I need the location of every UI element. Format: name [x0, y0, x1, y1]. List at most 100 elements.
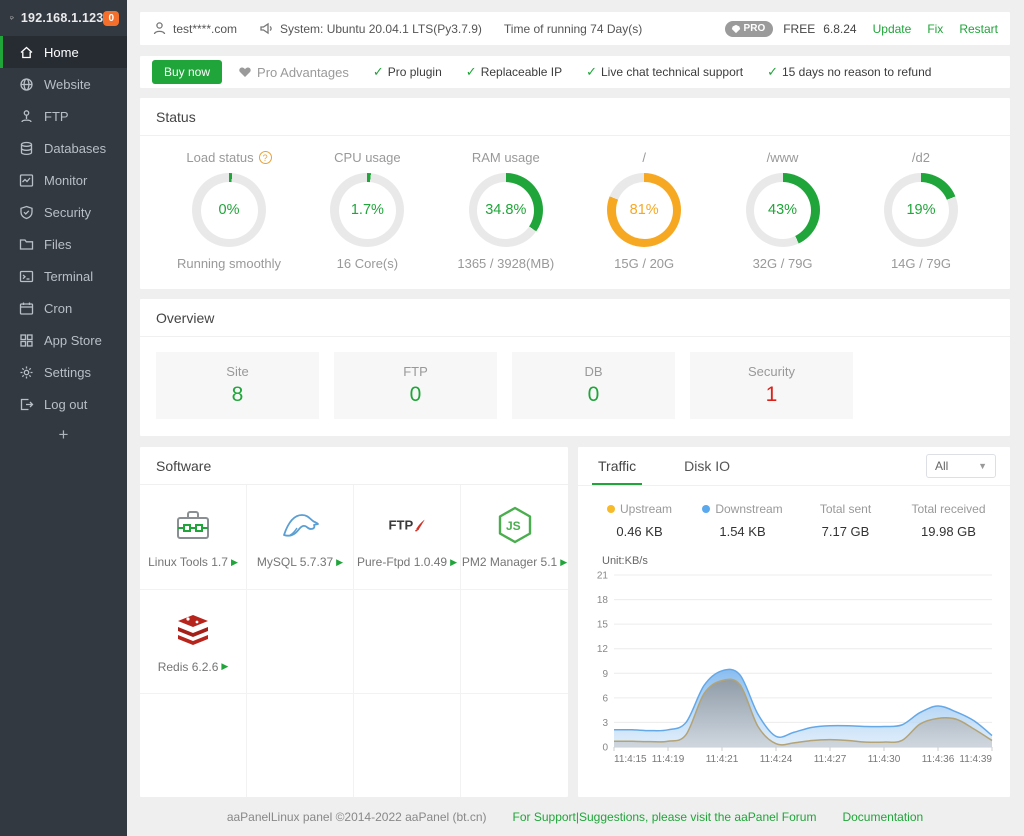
- status-panel: Status Load status? 0% Running smoothly …: [140, 98, 1010, 289]
- logout-icon: [19, 397, 34, 412]
- restart-link[interactable]: Restart: [959, 22, 998, 36]
- sidebar: 192.168.1.123 0 Home Website FTP Databas…: [0, 0, 127, 836]
- pro-feature: ✓Live chat technical support: [586, 64, 743, 80]
- server-monitor-icon: [10, 11, 14, 25]
- system-value: Ubuntu 20.04.1 LTS(Py3.7.9): [327, 22, 482, 36]
- sidebar-item-ftp[interactable]: FTP: [0, 100, 127, 132]
- gauge-ram[interactable]: RAM usage 34.8% 1365 / 3928(MB): [447, 150, 565, 271]
- message-count-badge[interactable]: 0: [103, 11, 119, 26]
- software-linux-tools[interactable]: Linux Tools 1.7▶: [140, 485, 247, 589]
- copyright-text: aaPanelLinux panel ©2014-2022 aaPanel (b…: [227, 810, 487, 824]
- software-mysql[interactable]: MySQL 5.7.37▶: [247, 485, 354, 589]
- gauge-cpu[interactable]: CPU usage 1.7% 16 Core(s): [308, 150, 426, 271]
- globe-icon: [19, 77, 34, 92]
- tab-traffic[interactable]: Traffic: [592, 447, 642, 485]
- run-icon: ▶: [336, 557, 343, 568]
- shield-icon: [19, 205, 34, 220]
- database-icon: [19, 141, 34, 156]
- svg-text:12: 12: [597, 644, 609, 655]
- sidebar-item-label: Monitor: [44, 173, 87, 188]
- system-label: System:: [280, 22, 323, 36]
- overview-card-db[interactable]: DB 0: [512, 352, 675, 419]
- check-icon: ✓: [586, 64, 597, 80]
- software-pm2[interactable]: JS PM2 Manager 5.1▶: [461, 485, 568, 589]
- toolbox-icon: [173, 505, 213, 545]
- sidebar-item-website[interactable]: Website: [0, 68, 127, 100]
- overview-card-security[interactable]: Security 1: [690, 352, 853, 419]
- traffic-chart[interactable]: 036912151821 11:4:1511:4:1911:4:2111:4:2…: [578, 567, 1010, 797]
- check-icon: ✓: [373, 64, 384, 80]
- upstream-dot-icon: [607, 505, 615, 513]
- server-ip: 192.168.1.123: [21, 11, 104, 25]
- sidebar-item-security[interactable]: Security: [0, 196, 127, 228]
- stat-total-sent: Total sent 7.17 GB: [794, 502, 897, 539]
- check-icon: ✓: [767, 64, 778, 80]
- sidebar-item-terminal[interactable]: Terminal: [0, 260, 127, 292]
- run-icon: ▶: [450, 557, 457, 568]
- software-pure-ftpd[interactable]: FTP Pure-Ftpd 1.0.49▶: [354, 485, 461, 589]
- overview-card-ftp[interactable]: FTP 0: [334, 352, 497, 419]
- grid-icon: [19, 333, 34, 348]
- pro-feature: ✓Replaceable IP: [466, 64, 562, 80]
- nodejs-icon: JS: [495, 505, 535, 545]
- bound-domain: test****.com: [173, 22, 237, 36]
- gauges-row: Load status? 0% Running smoothly CPU usa…: [140, 136, 1010, 289]
- gauge-value: 0%: [219, 202, 240, 218]
- fix-link[interactable]: Fix: [927, 22, 943, 36]
- buy-now-button[interactable]: Buy now: [152, 60, 222, 84]
- uptime-segment: Time of running 74 Day(s): [504, 22, 642, 36]
- gauge-disk-www[interactable]: /www 43% 32G / 79G: [724, 150, 842, 271]
- gauge-subtext: 16 Core(s): [337, 256, 398, 271]
- sidebar-item-logout[interactable]: Log out: [0, 388, 127, 420]
- sidebar-add-button[interactable]: +: [0, 420, 127, 450]
- status-title: Status: [140, 98, 1010, 136]
- stat-upstream: Upstream 0.46 KB: [588, 502, 691, 539]
- update-link[interactable]: Update: [873, 22, 912, 36]
- overview-card-site[interactable]: Site 8: [156, 352, 319, 419]
- gauge-disk-root[interactable]: / 81% 15G / 20G: [585, 150, 703, 271]
- pro-heart-icon: [238, 65, 252, 79]
- svg-text:11:4:21: 11:4:21: [706, 754, 739, 765]
- ftp-icon: [19, 109, 34, 124]
- ftp-quill-icon: FTP: [387, 505, 427, 545]
- overview-title: Overview: [140, 299, 1010, 337]
- sidebar-item-settings[interactable]: Settings: [0, 356, 127, 388]
- pro-badge[interactable]: PRO: [725, 21, 774, 37]
- tab-disk-io[interactable]: Disk IO: [678, 447, 736, 485]
- gauge-value: 43%: [768, 202, 797, 218]
- svg-text:18: 18: [597, 595, 609, 606]
- gauge-load-status[interactable]: Load status? 0% Running smoothly: [170, 150, 288, 271]
- run-icon: ▶: [231, 557, 238, 568]
- mysql-dolphin-icon: [280, 505, 320, 545]
- server-ip-header[interactable]: 192.168.1.123 0: [0, 0, 127, 36]
- sidebar-item-home[interactable]: Home: [0, 36, 127, 68]
- traffic-stats-row: Upstream 0.46 KB Downstream 1.54 KB Tota…: [578, 486, 1010, 545]
- sidebar-item-label: FTP: [44, 109, 69, 124]
- sidebar-item-label: Terminal: [44, 269, 93, 284]
- gauge-disk-d2[interactable]: /d2 19% 14G / 79G: [862, 150, 980, 271]
- main-content: test****.com System: Ubuntu 20.04.1 LTS(…: [127, 0, 1024, 836]
- svg-text:11:4:15: 11:4:15: [614, 754, 647, 765]
- disk-www-gauge-ring: 43%: [746, 173, 820, 247]
- pro-gem-icon: [731, 24, 741, 34]
- sidebar-item-cron[interactable]: Cron: [0, 292, 127, 324]
- software-panel: Software Linux Tools 1.7▶ MySQL 5.7.37▶: [140, 447, 568, 797]
- documentation-link[interactable]: Documentation: [842, 810, 923, 824]
- user-segment[interactable]: test****.com: [152, 21, 237, 36]
- software-redis[interactable]: Redis 6.2.6▶: [140, 589, 247, 693]
- gauge-value: 19%: [906, 202, 935, 218]
- sidebar-item-label: App Store: [44, 333, 102, 348]
- gauge-subtext: 1365 / 3928(MB): [457, 256, 554, 271]
- sidebar-item-files[interactable]: Files: [0, 228, 127, 260]
- sidebar-item-databases[interactable]: Databases: [0, 132, 127, 164]
- user-icon: [152, 21, 167, 36]
- software-empty-cell: [354, 589, 461, 693]
- help-icon[interactable]: ?: [259, 151, 272, 164]
- svg-text:FTP: FTP: [389, 518, 414, 533]
- gauge-subtext: 32G / 79G: [753, 256, 813, 271]
- redis-icon: [173, 610, 213, 650]
- support-forum-link[interactable]: For Support|Suggestions, please visit th…: [513, 810, 817, 824]
- sidebar-item-monitor[interactable]: Monitor: [0, 164, 127, 196]
- sidebar-item-app-store[interactable]: App Store: [0, 324, 127, 356]
- interface-filter-dropdown[interactable]: All ▼: [926, 454, 996, 478]
